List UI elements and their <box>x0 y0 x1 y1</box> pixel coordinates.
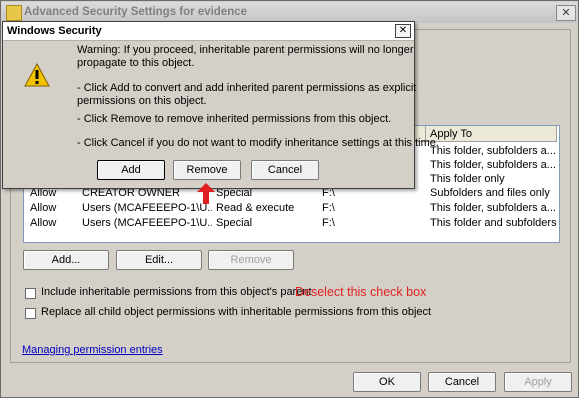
folder-icon <box>6 5 22 21</box>
inherited-from-cell: F:\ <box>322 202 335 214</box>
type-cell: Allow <box>30 217 57 229</box>
add-entry-button[interactable]: Add... <box>23 250 109 270</box>
name-cell: Users (MCAFEEEPO-1\U... <box>82 202 212 214</box>
add-instruction: - Click Add to convert and add inherited… <box>77 82 417 94</box>
cancel-button[interactable]: Cancel <box>428 372 496 392</box>
inherited-from-cell: F:\ <box>322 217 335 229</box>
close-icon[interactable]: ✕ <box>395 24 411 38</box>
warning-message: propagate to this object. <box>77 57 195 69</box>
remove-instruction: - Click Remove to remove inherited permi… <box>77 113 392 125</box>
permission-cell: Read & execute <box>216 202 295 214</box>
apply-to-cell: This folder, subfolders a... <box>430 159 556 171</box>
permission-cell: Special <box>216 217 253 229</box>
dialog-add-button[interactable]: Add <box>97 160 165 180</box>
name-cell: Users (MCAFEEEPO-1\U... <box>82 217 212 229</box>
dialog-title: Windows Security <box>7 25 102 37</box>
arrow-up-icon <box>197 183 215 204</box>
dialog-remove-button[interactable]: Remove <box>173 160 241 180</box>
replace-child-checkbox[interactable] <box>25 308 36 319</box>
window-title: Advanced Security Settings for evidence <box>24 6 248 18</box>
ok-button[interactable]: OK <box>353 372 421 392</box>
close-icon[interactable]: ✕ <box>556 5 576 21</box>
dialog-cancel-button[interactable]: Cancel <box>251 160 319 180</box>
apply-to-cell: Subfolders and files only <box>430 187 550 199</box>
type-cell: Allow <box>30 202 57 214</box>
include-inheritable-label[interactable]: Include inheritable permissions from thi… <box>41 286 312 298</box>
window-title-bar: Advanced Security Settings for evidence … <box>2 2 577 23</box>
column-header-apply-to[interactable]: Apply To <box>426 126 557 142</box>
warning-icon <box>24 63 50 87</box>
managing-permissions-link[interactable]: Managing permission entries <box>22 344 163 356</box>
cancel-instruction: - Click Cancel if you do not want to mod… <box>77 137 439 149</box>
apply-to-cell: This folder, subfolders a... <box>430 202 556 214</box>
annotation-text: Deselect this check box <box>295 285 427 299</box>
add-instruction: permissions on this object. <box>77 95 207 107</box>
remove-entry-button[interactable]: Remove <box>208 250 294 270</box>
apply-to-cell: This folder, subfolders a... <box>430 145 556 157</box>
table-row[interactable]: Allow Users (MCAFEEEPO-1\U... Read & exe… <box>24 201 557 215</box>
apply-button[interactable]: Apply <box>504 372 572 392</box>
windows-security-dialog: Windows Security ✕ Warning: If you proce… <box>2 21 439 189</box>
replace-child-label[interactable]: Replace all child object permissions wit… <box>41 306 431 318</box>
apply-to-cell: This folder and subfolders <box>430 217 557 229</box>
table-row[interactable]: Allow Users (MCAFEEEPO-1\U... Special F:… <box>24 216 557 230</box>
apply-to-cell: This folder only <box>430 173 505 185</box>
edit-entry-button[interactable]: Edit... <box>116 250 202 270</box>
dialog-title-bar: Windows Security ✕ <box>3 22 414 41</box>
warning-message: Warning: If you proceed, inheritable par… <box>77 44 414 56</box>
include-inheritable-checkbox[interactable] <box>25 288 36 299</box>
